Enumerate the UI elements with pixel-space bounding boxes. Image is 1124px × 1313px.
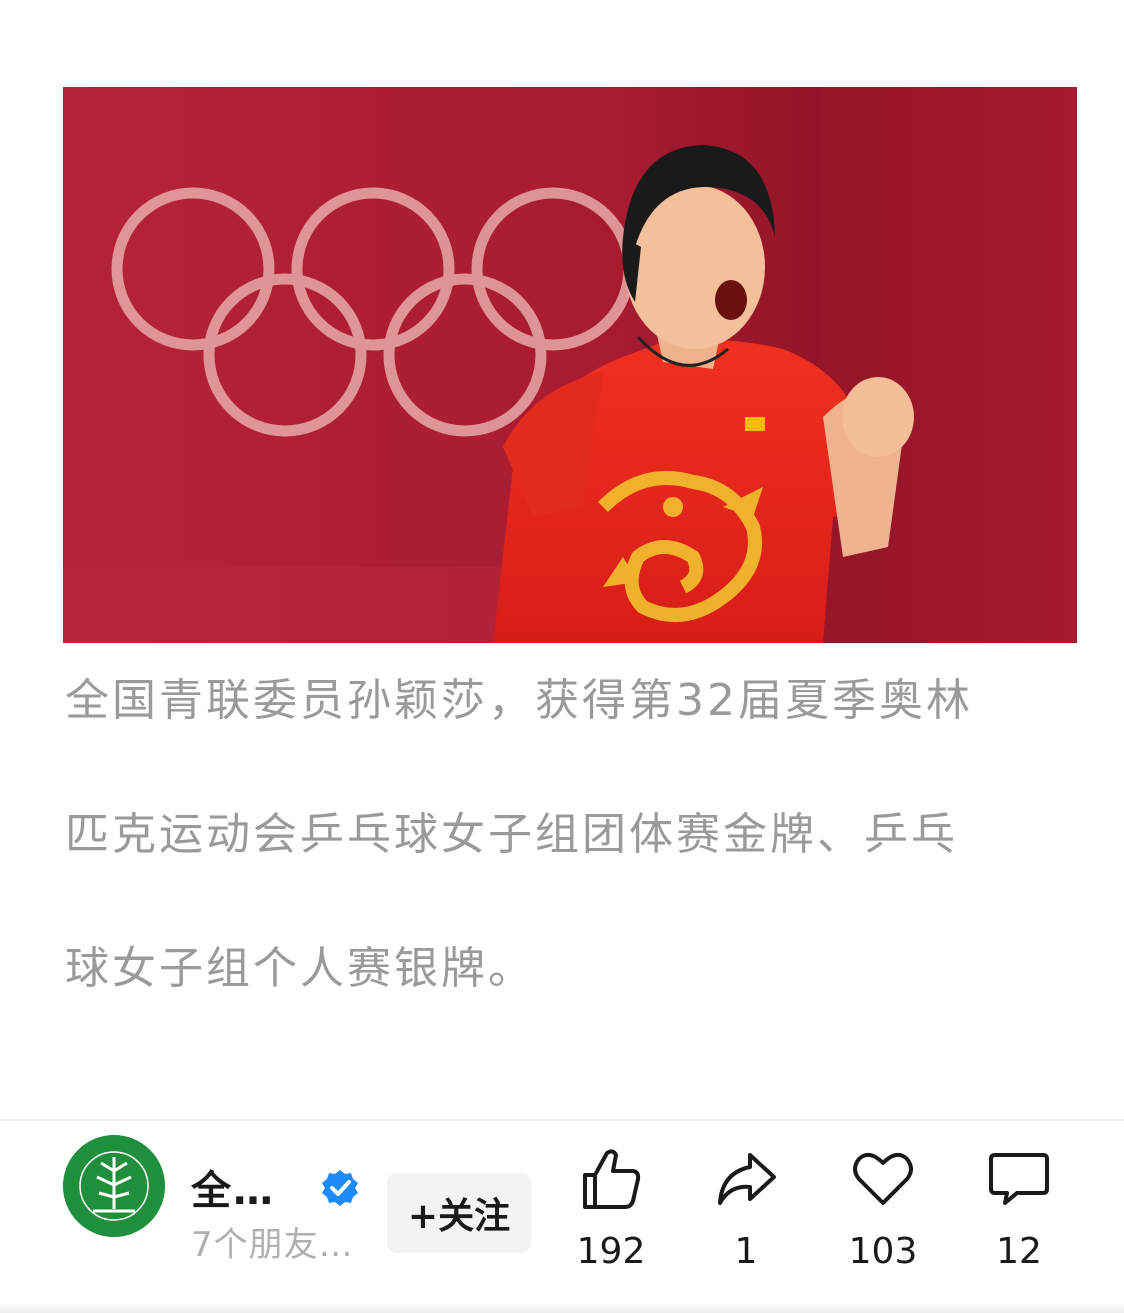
athlete-celebration-illustration <box>63 87 1077 643</box>
post-caption: 全国青联委员孙颖莎，获得第32届夏季奥林 匹克运动会乒乓球女子组团体赛金牌、乒乓… <box>65 634 1077 1036</box>
post-page: 全国青联委员孙颖莎，获得第32届夏季奥林 匹克运动会乒乓球女子组团体赛金牌、乒乓… <box>0 0 1124 1313</box>
comment-bubble-icon <box>989 1153 1049 1205</box>
author-name[interactable]: 全… <box>191 1158 275 1216</box>
heart-icon <box>853 1152 913 1205</box>
caption-line: 匹克运动会乒乓球女子组团体赛金牌、乒乓 <box>65 809 958 860</box>
follow-button[interactable]: +关注 <box>387 1173 531 1253</box>
caption-line: 全国青联委员孙颖莎，获得第32届夏季奥林 <box>65 675 973 726</box>
favorite-button[interactable]: 103 <box>823 1145 943 1285</box>
thumbs-up-icon <box>583 1149 641 1209</box>
post-photo[interactable] <box>63 87 1077 643</box>
caption-line: 球女子组个人赛银牌。 <box>65 943 535 994</box>
like-count: 192 <box>576 1231 646 1272</box>
like-button[interactable]: 192 <box>551 1145 671 1285</box>
author-avatar[interactable] <box>63 1135 165 1237</box>
share-count: 1 <box>734 1231 758 1272</box>
author-friends-subtitle: 7个朋友… <box>191 1225 354 1265</box>
comment-count: 12 <box>996 1231 1042 1272</box>
share-arrow-icon <box>718 1153 776 1205</box>
share-button[interactable]: 1 <box>686 1145 806 1285</box>
footer-shadow <box>0 1303 1124 1313</box>
comment-button[interactable]: 12 <box>959 1145 1079 1285</box>
youth-federation-logo-icon <box>63 1135 165 1237</box>
favorite-count: 103 <box>848 1231 918 1272</box>
verified-badge-icon <box>322 1170 358 1206</box>
